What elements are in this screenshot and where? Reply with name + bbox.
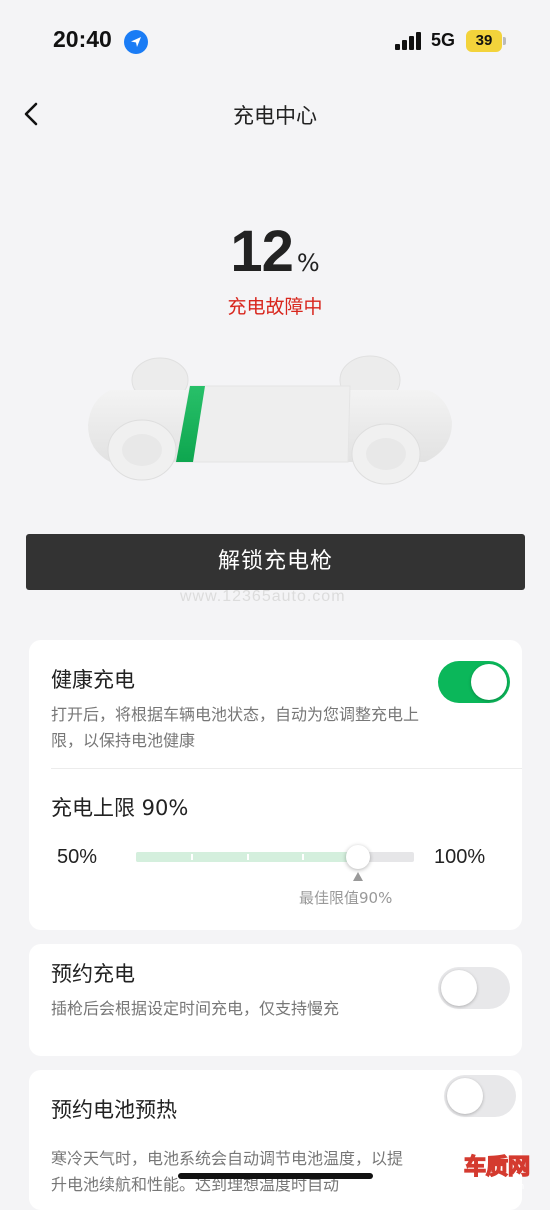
slider-max-label: 100% <box>434 846 486 868</box>
slider-tick <box>247 854 249 860</box>
scheduled-charging-title: 预约充电 <box>51 962 135 986</box>
charge-percent-unit: % <box>296 249 320 277</box>
battery-level: 39 <box>475 32 493 49</box>
scheduled-charging-toggle[interactable] <box>438 967 510 1009</box>
battery-tip <box>503 37 506 45</box>
slider-tick <box>302 854 304 860</box>
slider-tick <box>191 854 193 860</box>
car-battery-illustration <box>88 355 452 485</box>
best-limit-marker-icon <box>353 872 364 881</box>
page-title: 充电中心 <box>233 104 317 128</box>
network-type: 5G <box>431 30 456 50</box>
healthy-charging-title: 健康充电 <box>51 668 135 692</box>
status-bar: 20:40 5G 39 <box>0 0 550 80</box>
battery-preheat-title: 预约电池预热 <box>51 1098 177 1122</box>
charge-percent: 12% <box>0 218 550 285</box>
slider-min-label: 50% <box>57 846 98 868</box>
charge-limit-label: 充电上限 90% <box>51 796 189 820</box>
charging-status: 充电故障中 <box>227 296 323 318</box>
cellular-signal-icon <box>395 32 423 50</box>
battery-preheat-toggle[interactable] <box>444 1075 516 1117</box>
healthy-charging-card: 健康充电 打开后，将根据车辆电池状态，自动为您调整充电上限，以保持电池健康 充电… <box>29 640 522 930</box>
toggle-knob <box>441 970 477 1006</box>
slider-thumb[interactable] <box>346 845 371 869</box>
location-arrow-icon <box>124 30 148 54</box>
divider <box>51 768 522 769</box>
unlock-charging-gun-button[interactable]: 解锁充电枪 <box>26 534 525 590</box>
toggle-knob <box>471 664 507 700</box>
healthy-charging-toggle[interactable] <box>438 661 510 703</box>
healthy-charging-description: 打开后，将根据车辆电池状态，自动为您调整充电上限，以保持电池健康 <box>51 705 420 750</box>
scheduled-charging-description: 插枪后会根据设定时间充电，仅支持慢充 <box>51 999 340 1018</box>
site-logo-text: 车质网 <box>464 1154 530 1180</box>
charge-percent-value: 12 <box>230 219 294 284</box>
charge-limit-slider[interactable] <box>136 845 414 869</box>
home-indicator <box>178 1173 373 1179</box>
status-time: 20:40 <box>53 26 112 52</box>
battery-preheat-description: 寒冷天气时，电池系统会自动调节电池温度，以提升电池续航和性能。达到理想温度时自动 <box>51 1149 404 1194</box>
watermark: www.12365auto.com <box>180 588 346 605</box>
best-limit-label: 最佳限值90% <box>299 889 393 907</box>
toggle-knob <box>447 1078 483 1114</box>
battery-preheat-card: 预约电池预热 寒冷天气时，电池系统会自动调节电池温度，以提升电池续航和性能。达到… <box>29 1070 522 1210</box>
battery-icon: 39 <box>466 30 502 52</box>
site-logo-url: 12365auto.com <box>462 1181 524 1191</box>
scheduled-charging-card: 预约充电 插枪后会根据设定时间充电，仅支持慢充 <box>29 944 522 1056</box>
site-logo: 车质网 12365auto.com <box>462 1153 531 1191</box>
